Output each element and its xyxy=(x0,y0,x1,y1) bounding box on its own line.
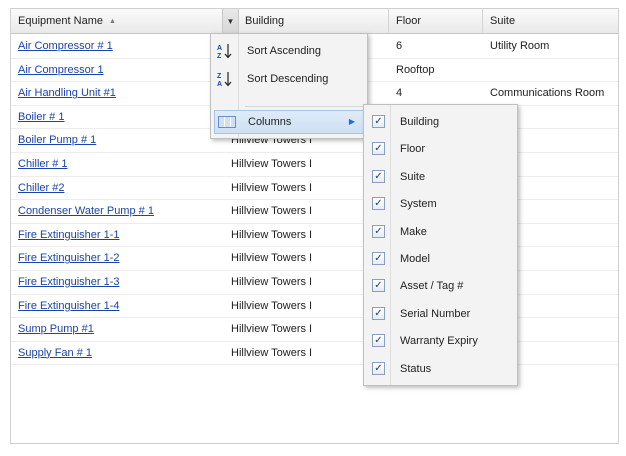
table-row[interactable]: Fire Extinguisher 1-3Hillview Towers IHa… xyxy=(11,271,618,295)
floor-cell: 4 xyxy=(396,87,403,100)
checkbox-checked-icon[interactable]: ✓ xyxy=(372,224,385,238)
equipment-name-link[interactable]: Chiller # 1 xyxy=(11,153,223,176)
table-row[interactable]: Chiller #2 Hillview Towers I xyxy=(11,177,618,201)
table-row[interactable]: Fire Extinguisher 1-4 Hillview Towers I xyxy=(11,295,618,319)
column-header-equipment-name[interactable]: Equipment Name ▲ xyxy=(11,9,223,34)
checkbox-checked-icon[interactable]: ✓ xyxy=(372,361,385,375)
column-header-label: Floor xyxy=(396,15,422,27)
submenu-arrow-icon: ▶ xyxy=(348,117,355,126)
table-row[interactable]: Fire Extinguisher 1-1 Hillview Towers I xyxy=(11,224,618,248)
checkbox-checked-icon[interactable]: ✓ xyxy=(372,252,385,265)
column-toggle-label: Model xyxy=(400,253,430,265)
column-toggle-label: Floor xyxy=(400,143,426,156)
equipment-name-link[interactable]: Air Compressor # 1 xyxy=(11,35,223,58)
equipment-name-link[interactable]: Supply Fan # 1 xyxy=(11,342,223,365)
suite-cell: Communications Room xyxy=(490,87,605,100)
column-toggle-item[interactable]: ✓ Serial Number xyxy=(364,301,517,327)
menu-item-label: Sort Descending xyxy=(247,73,329,85)
table-row[interactable]: Chiller # 1 Hillview Towers I xyxy=(11,153,618,177)
checkbox-checked-icon[interactable]: ✓ xyxy=(372,169,385,183)
checkbox-checked-icon[interactable]: ✓ xyxy=(372,306,385,320)
column-toggle-item[interactable]: ✓ Asset / Tag # xyxy=(364,273,517,299)
column-header-label: Equipment Name xyxy=(18,15,103,27)
column-toggle-label: Suite xyxy=(400,170,426,183)
column-toggle-item[interactable]: ✓ Make xyxy=(364,219,517,245)
column-toggle-item[interactable]: ✓ Suite xyxy=(364,164,517,190)
menu-separator xyxy=(245,106,363,107)
svg-text:A: A xyxy=(217,45,222,52)
equipment-name-link[interactable]: Condenser Water Pump # 1 xyxy=(11,200,223,223)
suite-cell: Utility Room xyxy=(490,40,550,52)
floor-cell: 6 xyxy=(396,40,403,52)
column-toggle-item[interactable]: ✓ Model xyxy=(364,246,517,272)
equipment-name-link[interactable]: Boiler # 1 xyxy=(11,106,223,129)
equipment-name-link[interactable]: Boiler Pump # 1 xyxy=(11,129,223,152)
column-header-menu: A Z Sort Ascending Z A Sort Descending C… xyxy=(210,33,368,139)
column-header-suite[interactable]: Suite xyxy=(483,9,618,34)
column-toggle-label: Asset / Tag # xyxy=(400,280,464,293)
column-header-label: Building xyxy=(245,15,285,27)
column-toggle-item[interactable]: ✓ Status xyxy=(364,356,517,382)
floor-cell: Rooftop xyxy=(396,63,435,76)
sort-ascending-menu-item[interactable]: A Z Sort Ascending xyxy=(211,38,367,64)
columns-menu-item[interactable]: Columns ▶ xyxy=(214,110,364,134)
column-toggle-item[interactable]: ✓ Floor xyxy=(364,136,517,162)
table-row[interactable]: Condenser Water Pump # 1 Hillview Towers … xyxy=(11,200,618,224)
equipment-name-link[interactable]: Air Handling Unit #1 xyxy=(11,82,223,105)
columns-submenu: ✓ Building ✓ Floor ✓ Suite ✓ System ✓ Make ✓ Model ✓… xyxy=(363,104,518,386)
column-toggle-label: Serial Number xyxy=(400,307,471,320)
sort-descending-icon: Z A xyxy=(217,71,233,88)
column-toggle-label: Warranty Expiry xyxy=(400,335,478,348)
grid-header: Equipment Name ▲ ▼ Building Floor Suite xyxy=(11,9,618,34)
sort-ascending-indicator-icon: ▲ xyxy=(109,18,116,25)
column-menu-trigger-icon[interactable]: ▼ xyxy=(223,9,239,34)
checkbox-checked-icon[interactable]: ✓ xyxy=(372,197,385,211)
checkbox-checked-icon[interactable]: ✓ xyxy=(372,279,385,293)
menu-item-label: Sort Ascending xyxy=(247,45,321,57)
equipment-name-link[interactable]: Fire Extinguisher 1-2 xyxy=(11,247,223,270)
svg-text:Z: Z xyxy=(217,53,222,59)
column-toggle-item[interactable]: ✓ Building xyxy=(364,109,517,135)
table-row[interactable]: Sump Pump #1Hillview Towers Ir Room xyxy=(11,318,618,342)
equipment-name-link[interactable]: Fire Extinguisher 1-1 xyxy=(11,224,223,247)
equipment-name-link[interactable]: Chiller #2 xyxy=(11,177,223,200)
column-header-label: Suite xyxy=(490,15,516,27)
column-toggle-label: Status xyxy=(400,362,432,375)
column-header-floor[interactable]: Floor xyxy=(389,9,483,34)
column-header-building[interactable]: ▼ Building xyxy=(223,9,389,34)
checkbox-checked-icon[interactable]: ✓ xyxy=(372,115,385,128)
svg-text:A: A xyxy=(217,81,222,87)
sort-descending-menu-item[interactable]: Z A Sort Descending xyxy=(211,66,367,92)
menu-item-label: Columns xyxy=(248,116,292,128)
column-toggle-label: Building xyxy=(400,116,440,128)
column-toggle-label: System xyxy=(400,198,437,211)
table-row[interactable]: Supply Fan # 1Hillview Towers IRoom xyxy=(11,342,618,366)
equipment-name-link[interactable]: Sump Pump #1 xyxy=(11,318,223,341)
checkbox-checked-icon[interactable]: ✓ xyxy=(372,142,385,156)
equipment-name-link[interactable]: Fire Extinguisher 1-3 xyxy=(11,271,223,294)
sort-ascending-icon: A Z xyxy=(217,43,233,60)
column-toggle-item[interactable]: ✓ Warranty Expiry xyxy=(364,328,517,354)
columns-icon xyxy=(218,116,236,128)
suite-cell xyxy=(483,59,618,82)
svg-text:Z: Z xyxy=(217,73,222,80)
equipment-name-link[interactable]: Air Compressor 1 xyxy=(11,59,223,82)
table-row[interactable]: Fire Extinguisher 1-2 Hillview Towers I xyxy=(11,247,618,271)
column-toggle-label: Make xyxy=(400,225,427,238)
column-toggle-item[interactable]: ✓ System xyxy=(364,191,517,217)
checkbox-checked-icon[interactable]: ✓ xyxy=(372,334,385,348)
equipment-name-link[interactable]: Fire Extinguisher 1-4 xyxy=(11,295,223,318)
